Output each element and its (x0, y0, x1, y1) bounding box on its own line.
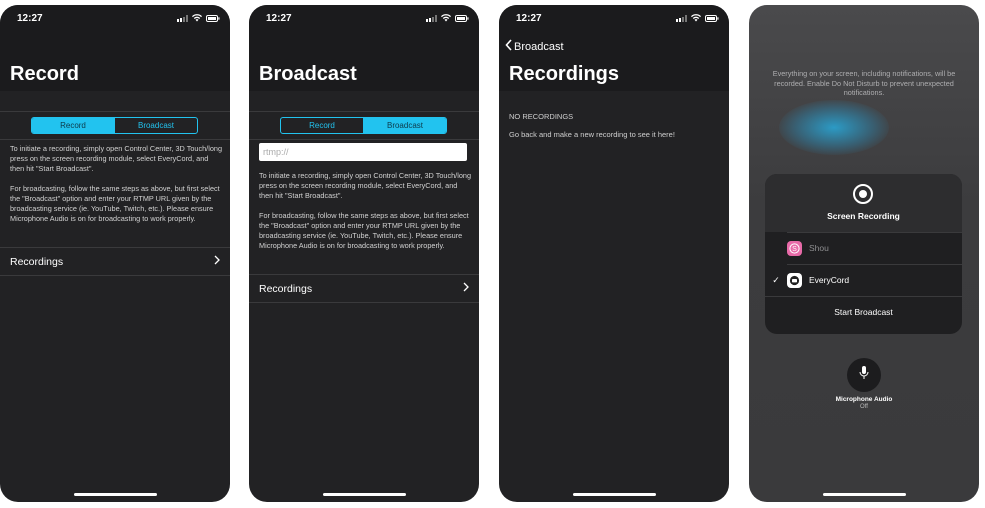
page-title: Record (10, 63, 79, 85)
checkmark-icon: ✓ (772, 274, 780, 285)
back-label: Broadcast (514, 40, 564, 53)
battery-icon (455, 14, 469, 22)
segment-broadcast[interactable]: Broadcast (114, 118, 197, 133)
back-button[interactable]: Broadcast (505, 39, 564, 54)
screen-recording-panel: Screen Recording S Shou ✓ EveryCord Star… (765, 174, 962, 334)
status-bar: 12:27 (499, 5, 729, 31)
microphone-audio-label: Microphone Audio (835, 396, 893, 403)
mode-segmented-control: Record Broadcast (31, 117, 198, 134)
instructions-broadcasting: For broadcasting, follow the same steps … (259, 211, 469, 250)
home-indicator[interactable] (323, 493, 406, 496)
divider (765, 296, 962, 297)
cellular-signal-icon (676, 14, 687, 22)
recordings-label: Recordings (10, 255, 64, 268)
divider (0, 111, 230, 112)
empty-state-heading: NO RECORDINGS (509, 112, 574, 121)
home-indicator[interactable] (823, 493, 906, 496)
divider (249, 302, 479, 303)
home-indicator[interactable] (573, 493, 656, 496)
phone-recordings-screen: 12:27 Broadcast Recordings NO RECORDINGS… (499, 5, 729, 502)
page-title: Broadcast (259, 63, 357, 85)
page-title: Recordings (509, 63, 620, 85)
recordings-row[interactable]: Recordings (0, 248, 230, 275)
battery-icon (206, 14, 220, 22)
divider (0, 139, 230, 140)
wifi-icon (691, 14, 701, 22)
app-option-shou[interactable]: S Shou (765, 233, 962, 263)
segment-record[interactable]: Record (32, 118, 114, 133)
blurred-background (779, 100, 889, 155)
wifi-icon (441, 14, 451, 22)
svg-text:S: S (792, 246, 797, 253)
app-label: EveryCord (809, 275, 850, 285)
shou-app-icon: S (787, 240, 802, 256)
chevron-right-icon (214, 255, 220, 268)
app-label: Shou (809, 243, 829, 253)
app-option-everycord[interactable]: ✓ EveryCord (765, 265, 962, 295)
mode-segmented-control: Record Broadcast (280, 117, 447, 134)
instructions-broadcasting: For broadcasting, follow the same steps … (10, 184, 220, 223)
wifi-icon (192, 14, 202, 22)
segment-record[interactable]: Record (281, 118, 363, 133)
cellular-signal-icon (426, 14, 437, 22)
rtmp-url-input[interactable] (259, 143, 467, 161)
record-icon[interactable] (853, 184, 873, 204)
status-time: 12:27 (266, 13, 292, 24)
everycord-app-icon (787, 272, 802, 288)
recordings-row[interactable]: Recordings (249, 275, 479, 302)
home-indicator[interactable] (74, 493, 157, 496)
microphone-icon (859, 365, 869, 386)
cellular-signal-icon (177, 14, 188, 22)
status-time: 12:27 (17, 13, 43, 24)
chevron-left-icon (505, 39, 514, 54)
instructions-recording: To initiate a recording, simply open Con… (10, 144, 222, 173)
start-broadcast-button[interactable]: Start Broadcast (765, 307, 962, 317)
status-time: 12:27 (516, 13, 542, 24)
microphone-audio-state: Off (860, 404, 868, 410)
chevron-right-icon (463, 282, 469, 295)
empty-state-message: Go back and make a new recording to see … (509, 130, 675, 139)
divider (249, 111, 479, 112)
status-bar: 12:27 (0, 5, 230, 31)
phone-control-center: Everything on your screen, including not… (749, 5, 979, 502)
phone-broadcast-screen: 12:27 Broadcast Record Broadcast To init… (249, 5, 479, 502)
status-bar: 12:27 (249, 5, 479, 31)
segment-broadcast[interactable]: Broadcast (363, 118, 446, 133)
panel-title: Screen Recording (827, 211, 900, 221)
instructions-recording: To initiate a recording, simply open Con… (259, 171, 471, 200)
battery-icon (705, 14, 719, 22)
recording-notice: Everything on your screen, including not… (772, 69, 956, 97)
recordings-label: Recordings (259, 282, 313, 295)
microphone-audio-toggle[interactable] (847, 358, 881, 392)
phone-record-screen: 12:27 Record Record Broadcast To initiat… (0, 5, 230, 502)
divider (0, 275, 230, 276)
divider (249, 139, 479, 140)
